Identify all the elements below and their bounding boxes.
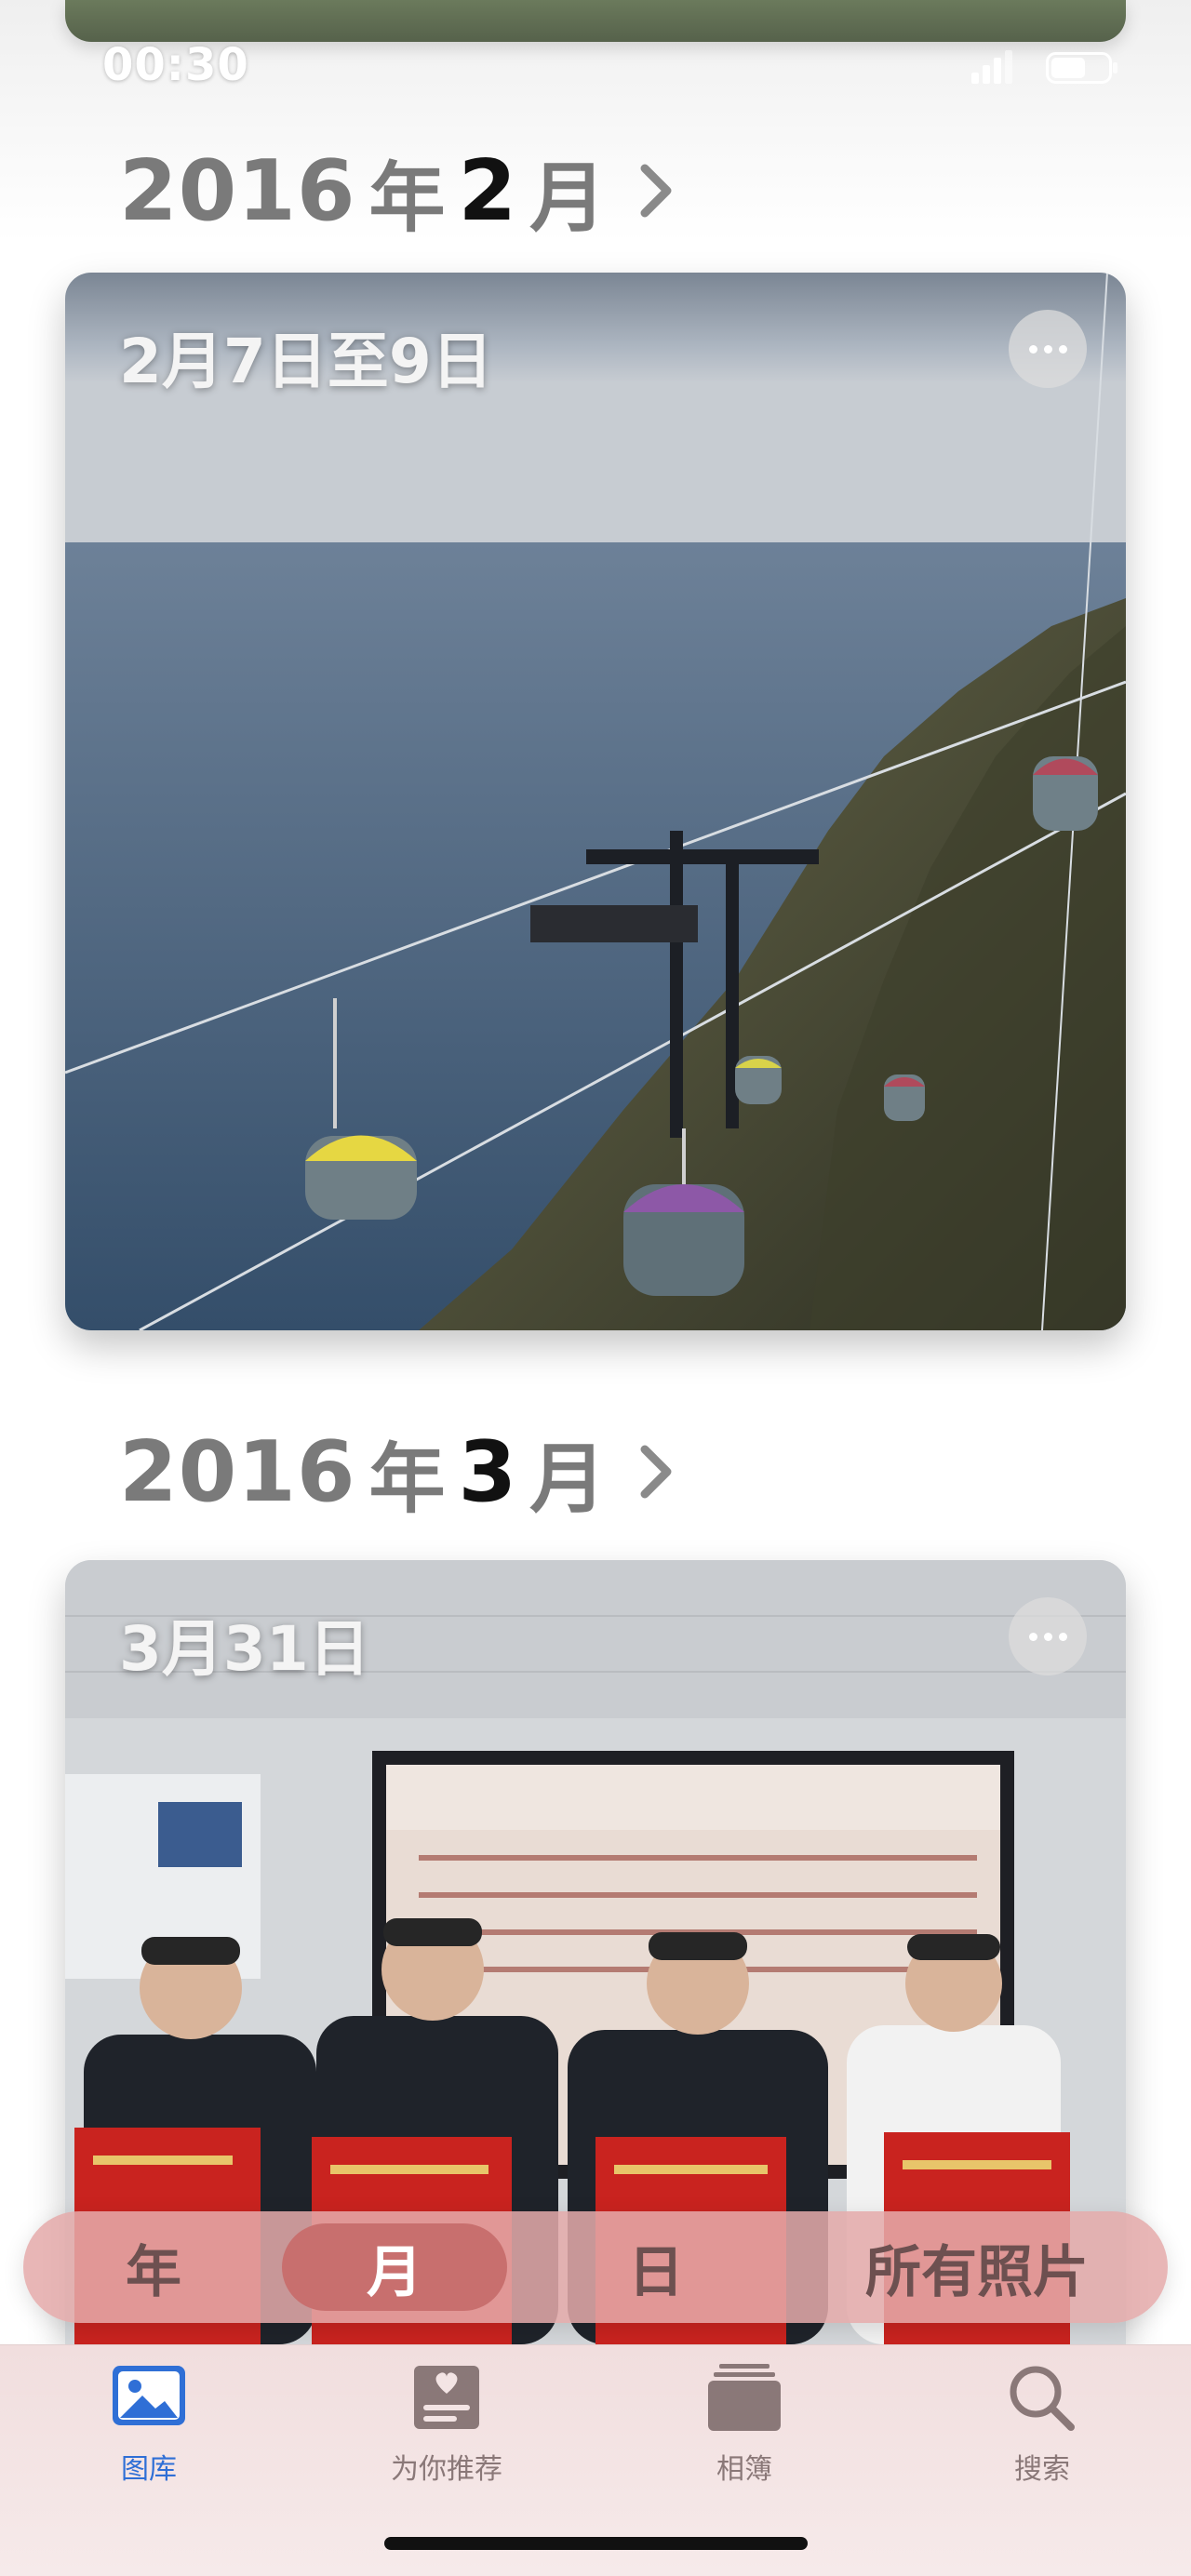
photos-library-screen: 00:30 2016 年 2 月 2月7日至9日 2016 年 3 月 3月31… <box>0 0 1191 2576</box>
segment-all-photos[interactable]: 所有照片 <box>823 2211 1131 2323</box>
albums-icon <box>708 2364 781 2431</box>
segment-months[interactable]: 月 <box>282 2211 507 2323</box>
header-year: 2016 <box>119 1422 356 1521</box>
chevron-right-icon <box>640 164 672 218</box>
month-header-feb-2016[interactable]: 2016 年 2 月 <box>119 140 675 243</box>
ellipsis-icon <box>1028 1632 1037 1641</box>
header-month: 2 <box>458 141 517 240</box>
search-icon <box>1010 2366 1075 2431</box>
photo-card-feb-7-9[interactable]: 2月7日至9日 <box>65 273 1126 1330</box>
header-year-unit: 年 <box>368 153 446 243</box>
more-options-button[interactable] <box>1009 310 1087 388</box>
photo-library-icon <box>113 2366 185 2425</box>
for-you-icon <box>414 2366 479 2429</box>
more-options-button[interactable] <box>1009 1597 1087 1675</box>
chevron-right-icon <box>640 1445 672 1499</box>
card-date-label: 2月7日至9日 <box>119 326 493 397</box>
home-indicator[interactable] <box>384 2537 808 2550</box>
tab-for-you[interactable]: 为你推荐 <box>354 2360 540 2487</box>
tab-label: 图库 <box>121 2453 177 2486</box>
tab-label: 为你推荐 <box>391 2453 502 2486</box>
tab-library[interactable]: 图库 <box>56 2360 242 2487</box>
status-time: 00:30 <box>102 39 249 91</box>
previous-photo-card-edge[interactable] <box>65 0 1126 42</box>
signal-icon <box>971 50 1012 84</box>
battery-icon <box>1046 52 1117 84</box>
header-month-unit: 月 <box>529 153 607 243</box>
header-year-unit: 年 <box>368 1435 446 1524</box>
header-month: 3 <box>458 1422 517 1521</box>
card-date-label: 3月31日 <box>119 1613 370 1685</box>
header-year: 2016 <box>119 141 356 240</box>
tab-albums[interactable]: 相簿 <box>651 2360 837 2487</box>
header-month-unit: 月 <box>529 1435 607 1524</box>
tab-label: 相簿 <box>716 2453 772 2486</box>
ellipsis-icon <box>1028 344 1037 354</box>
view-segmented-control: 年 月 日 所有照片 <box>23 2211 1168 2323</box>
cable-car-photo <box>65 273 1126 1330</box>
tab-search[interactable]: 搜索 <box>949 2360 1135 2487</box>
segment-days[interactable]: 日 <box>563 2211 749 2323</box>
month-header-mar-2016[interactable]: 2016 年 3 月 <box>119 1421 675 1524</box>
tab-label: 搜索 <box>1014 2453 1070 2486</box>
segment-years[interactable]: 年 <box>79 2211 228 2323</box>
